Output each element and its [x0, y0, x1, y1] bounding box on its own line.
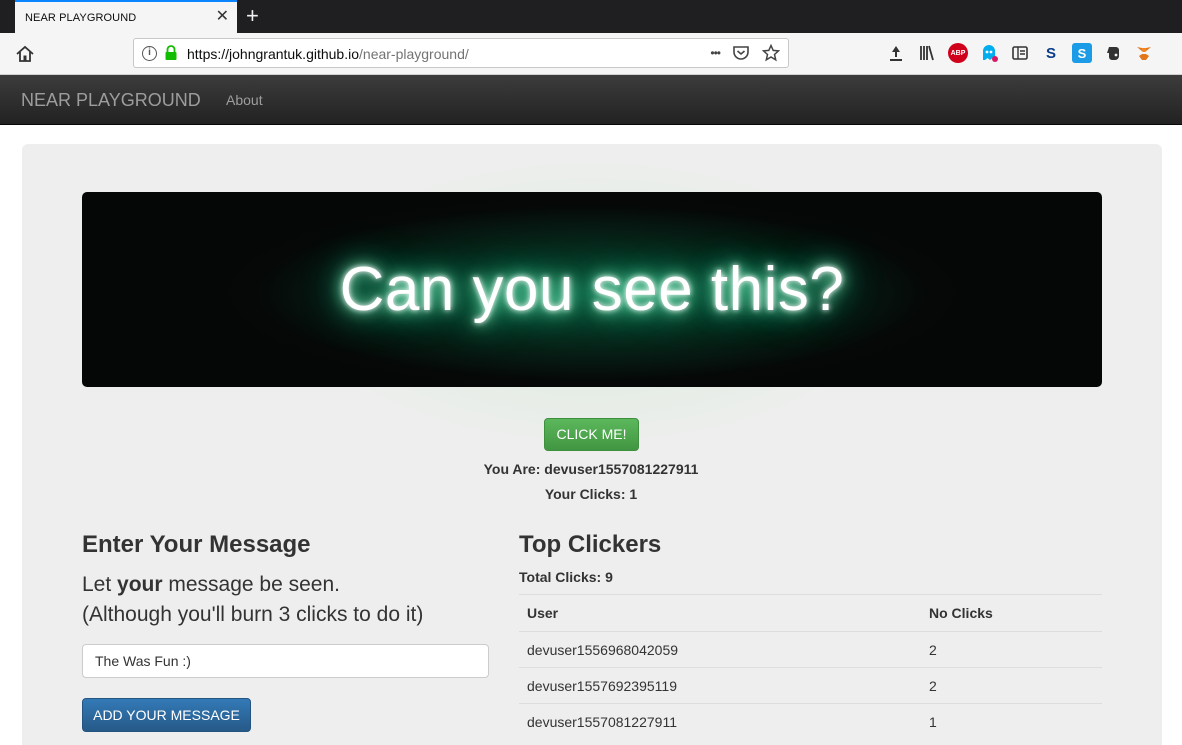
hero-banner: Can you see this? — [82, 192, 1102, 387]
row-user: devuser1557081227911 — [519, 703, 921, 740]
new-tab-button[interactable]: + — [246, 3, 259, 29]
url-text[interactable]: https://johngrantuk.github.io/near-playg… — [187, 46, 469, 62]
evernote-icon[interactable] — [1103, 43, 1123, 63]
top-clickers-table: User No Clicks devuser1556968042059 2 de… — [519, 594, 1102, 740]
page-actions-icon[interactable]: ••• — [710, 44, 721, 62]
extension-icons: ABP S S — [886, 43, 1154, 63]
message-input[interactable] — [82, 644, 489, 678]
browser-toolbar: i https://johngrantuk.github.io/near-pla… — [0, 33, 1182, 75]
row-user: devuser1556968042059 — [519, 631, 921, 668]
home-icon[interactable] — [14, 43, 36, 65]
reader-icon[interactable] — [1010, 43, 1030, 63]
url-bar[interactable]: i https://johngrantuk.github.io/near-pla… — [133, 38, 789, 68]
download-icon[interactable] — [886, 43, 906, 63]
user-click-count: Your Clicks: 1 — [544, 486, 638, 502]
row-clicks: 1 — [921, 703, 1102, 740]
nav-link-about[interactable]: About — [226, 92, 263, 108]
message-cost-note: (Although you'll burn 3 clicks to do it) — [82, 603, 424, 626]
url-host: https://johngrantuk.github.io — [187, 46, 360, 62]
row-clicks: 2 — [921, 667, 1102, 704]
url-path: /near-playground/ — [359, 46, 469, 62]
row-clicks: 2 — [921, 631, 1102, 668]
ghostery-icon[interactable] — [979, 43, 999, 63]
click-me-button[interactable]: CLICK ME! — [544, 418, 639, 451]
table-row: devuser1557692395119 2 — [519, 667, 1102, 704]
close-tab-icon[interactable]: ✕ — [216, 8, 229, 26]
browser-tab[interactable]: NEAR PLAYGROUND ✕ — [15, 0, 237, 33]
column-header-user: User — [519, 594, 921, 632]
site-navbar: NEAR PLAYGROUND About — [0, 75, 1182, 125]
table-header-row: User No Clicks — [519, 594, 1102, 632]
table-row: devuser1557081227911 1 — [519, 703, 1102, 740]
adblock-icon[interactable]: ABP — [948, 43, 968, 63]
star-icon[interactable] — [762, 44, 780, 62]
navbar-brand[interactable]: NEAR PLAYGROUND — [21, 90, 201, 111]
subtitle-post: message be seen. — [162, 573, 340, 596]
message-subtitle: Let your message be seen. — [82, 573, 340, 597]
library-icon[interactable] — [917, 43, 937, 63]
message-heading: Enter Your Message — [82, 531, 311, 558]
add-message-button[interactable]: ADD YOUR MESSAGE — [82, 698, 251, 732]
row-user: devuser1557692395119 — [519, 667, 921, 704]
browser-tab-strip: NEAR PLAYGROUND ✕ + — [0, 0, 1182, 33]
column-header-clicks: No Clicks — [921, 594, 1102, 632]
top-clickers-heading: Top Clickers — [519, 531, 662, 558]
banner-text: Can you see this? — [339, 255, 845, 324]
info-icon[interactable]: i — [142, 46, 157, 61]
subtitle-pre: Let — [82, 573, 118, 596]
total-clicks: Total Clicks: 9 — [519, 569, 613, 585]
url-actions: ••• — [710, 44, 780, 62]
s-blue-icon[interactable]: S — [1072, 43, 1092, 63]
s-icon[interactable]: S — [1041, 43, 1061, 63]
metamask-icon[interactable] — [1134, 43, 1154, 63]
subtitle-emphasis: your — [117, 573, 163, 596]
pocket-icon[interactable] — [732, 44, 750, 62]
lock-icon[interactable] — [164, 45, 178, 61]
table-row: devuser1556968042059 2 — [519, 631, 1102, 668]
tab-title: NEAR PLAYGROUND — [25, 12, 137, 24]
current-user: You Are: devuser1557081227911 — [483, 461, 699, 477]
